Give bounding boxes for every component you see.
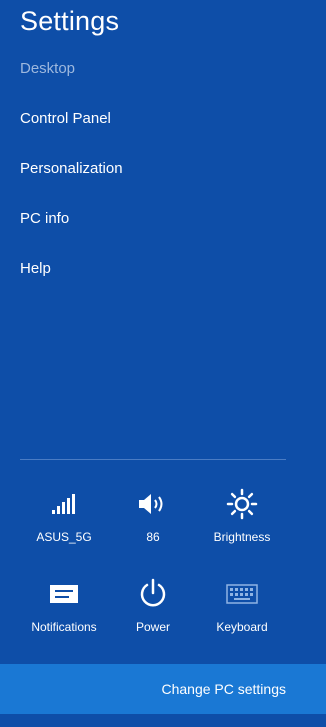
volume-label: 86 (146, 530, 160, 544)
network-tile[interactable]: ASUS_5G (20, 480, 108, 570)
change-pc-settings-label: Change PC settings (161, 681, 286, 697)
menu-item-control-panel[interactable]: Control Panel (20, 108, 123, 158)
brightness-label: Brightness (213, 530, 271, 544)
menu-item-personalization[interactable]: Personalization (20, 158, 123, 208)
power-label: Power (135, 620, 170, 634)
settings-menu: Control Panel Personalization PC info He… (20, 108, 123, 308)
power-icon (137, 578, 169, 610)
menu-item-help[interactable]: Help (20, 258, 123, 308)
keyboard-label: Keyboard (216, 620, 268, 634)
keyboard-tile[interactable]: Keyboard (198, 570, 286, 660)
page-title: Settings (20, 6, 120, 36)
quick-settings-tiles: ASUS_5G 86 Brightness Notifications Powe… (20, 480, 286, 660)
notifications-icon (48, 578, 80, 610)
menu-item-pc-info[interactable]: PC info (20, 208, 123, 258)
settings-charm: Settings Desktop Control Panel Personali… (0, 0, 326, 727)
keyboard-icon (226, 578, 258, 610)
notifications-label: Notifications (31, 620, 97, 634)
network-label: ASUS_5G (36, 530, 92, 544)
context-label: Desktop (20, 60, 76, 77)
wifi-signal-icon (48, 488, 80, 520)
change-pc-settings-button[interactable]: Change PC settings (0, 664, 326, 714)
brightness-tile[interactable]: Brightness (198, 480, 286, 570)
power-tile[interactable]: Power (109, 570, 197, 660)
volume-icon (137, 488, 169, 520)
divider (20, 459, 286, 460)
brightness-icon (226, 488, 258, 520)
volume-tile[interactable]: 86 (109, 480, 197, 570)
notifications-tile[interactable]: Notifications (20, 570, 108, 660)
